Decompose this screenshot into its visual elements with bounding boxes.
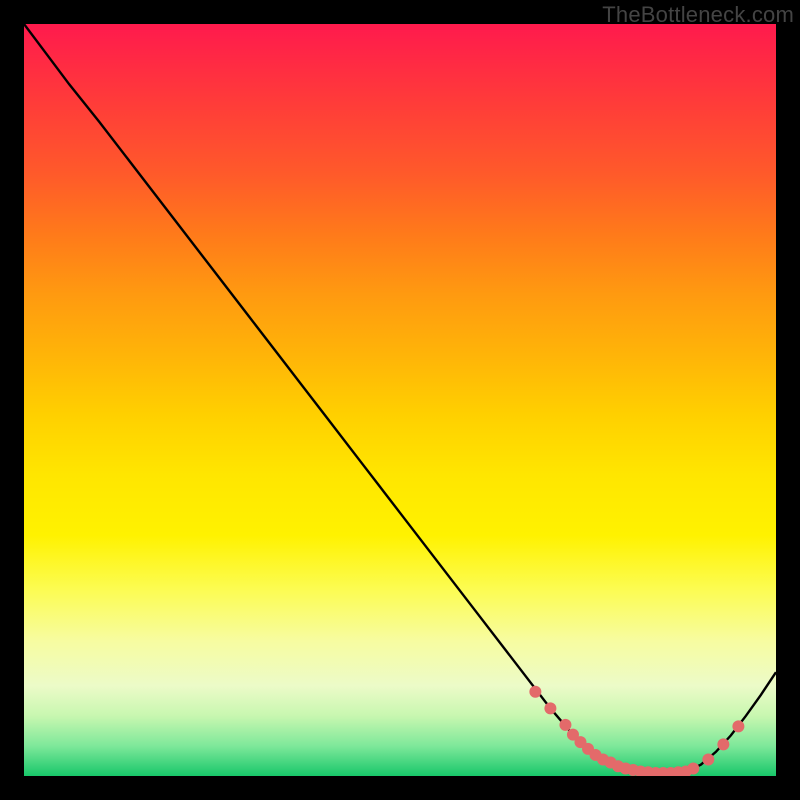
marker-dot: [702, 753, 714, 765]
bottleneck-curve: [24, 24, 776, 773]
curve-svg: [24, 24, 776, 776]
marker-dot: [732, 720, 744, 732]
marker-group: [529, 686, 744, 776]
marker-dot: [687, 762, 699, 774]
marker-dot: [717, 738, 729, 750]
marker-dot: [544, 702, 556, 714]
chart-frame: TheBottleneck.com: [0, 0, 800, 800]
marker-dot: [529, 686, 541, 698]
marker-dot: [559, 719, 571, 731]
plot-area: [24, 24, 776, 776]
